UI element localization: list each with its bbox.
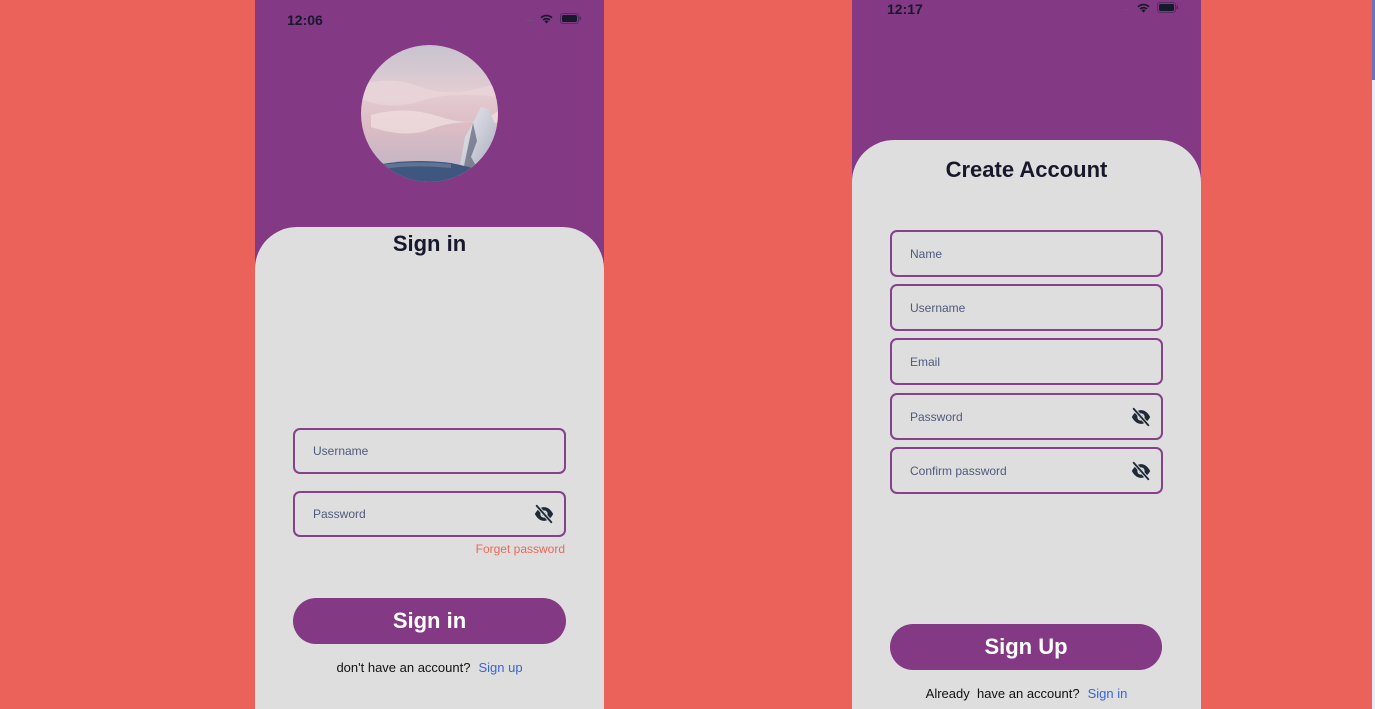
page-title: Sign in <box>392 231 467 256</box>
signin-prompt: Already have an account? Sign in <box>852 686 1201 701</box>
signup-prompt-text: don't have an account? <box>336 660 471 675</box>
signin-card: Sign in Forget password Sign in don't ha… <box>255 227 604 709</box>
signin-prompt-text: Already have an account? <box>925 686 1080 701</box>
signin-link[interactable]: Sign in <box>1088 686 1128 701</box>
signin-screen: 12:06 .... Sign in Username Forget passw… <box>255 0 604 709</box>
username-input[interactable] <box>311 443 515 459</box>
signal-icon: .... <box>1122 1 1131 13</box>
page-title: Create Account <box>945 157 1108 182</box>
name-input[interactable] <box>908 245 1112 262</box>
status-time: 12:06 <box>287 12 323 28</box>
confirm-password-field[interactable] <box>890 447 1163 494</box>
avatar <box>361 45 498 182</box>
status-icons: .... <box>526 13 582 24</box>
password-field[interactable] <box>293 491 566 537</box>
eye-off-icon[interactable] <box>533 503 555 525</box>
username-field[interactable] <box>293 428 566 474</box>
signup-button[interactable]: Sign Up <box>890 624 1162 670</box>
signin-button[interactable]: Sign in <box>293 598 566 644</box>
signup-prompt: don't have an account? Sign up <box>255 660 604 675</box>
forget-password-link[interactable]: Forget password <box>476 542 565 556</box>
signal-icon: .... <box>525 12 534 24</box>
battery-icon <box>1157 2 1178 13</box>
wifi-icon <box>540 14 553 24</box>
signup-card: Create Account Name Username Email Sign … <box>852 140 1201 709</box>
signup-screen: 12:17 .... Create Account Name Username … <box>852 0 1201 709</box>
password-input[interactable] <box>311 506 515 522</box>
confirm-password-input[interactable] <box>908 462 1112 479</box>
eye-off-icon[interactable] <box>1130 460 1152 482</box>
battery-icon <box>560 13 581 24</box>
email-input[interactable] <box>908 353 1112 370</box>
password-field[interactable] <box>890 393 1163 440</box>
status-icons: .... <box>1123 2 1179 13</box>
wifi-icon <box>1137 3 1150 13</box>
username-input[interactable] <box>908 299 1112 316</box>
password-input[interactable] <box>908 408 1112 425</box>
username-field[interactable] <box>890 284 1163 331</box>
name-field[interactable] <box>890 230 1163 277</box>
signup-link[interactable]: Sign up <box>478 660 522 675</box>
eye-off-icon[interactable] <box>1130 406 1152 428</box>
email-field[interactable] <box>890 338 1163 385</box>
mountain-sky-photo <box>361 45 498 182</box>
status-time: 12:17 <box>887 1 923 17</box>
